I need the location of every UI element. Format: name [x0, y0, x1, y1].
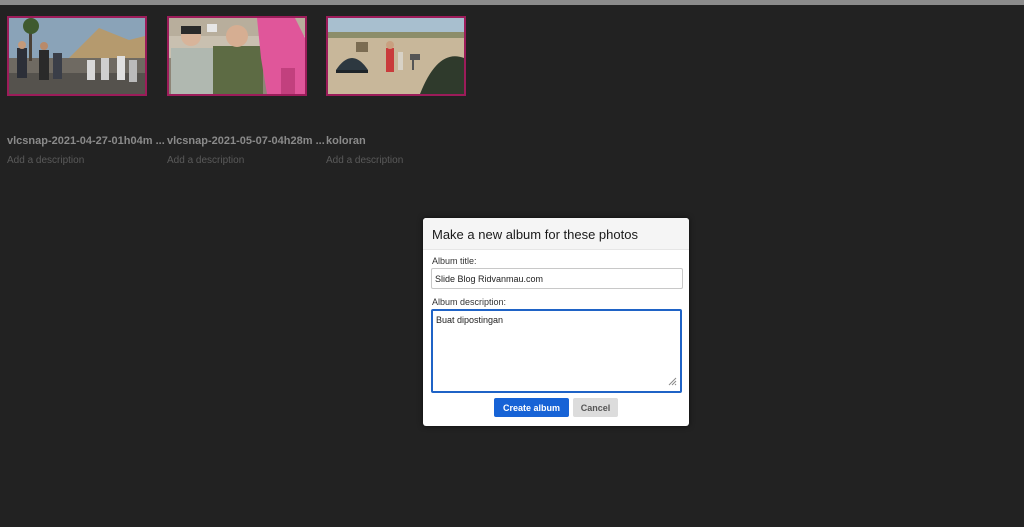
photo-filename: vlcsnap-2021-04-27-01h04m ... [7, 135, 165, 147]
photo-card: koloran Add a description [326, 16, 466, 166]
photo-thumbnail-image [9, 18, 145, 94]
resize-grip-icon[interactable] [667, 376, 677, 386]
photo-thumbnail[interactable] [7, 16, 147, 96]
photo-filename: koloran [326, 135, 366, 147]
cancel-button[interactable]: Cancel [573, 398, 618, 417]
add-description-link[interactable]: Add a description [7, 155, 84, 166]
dialog-title: Make a new album for these photos [432, 227, 638, 242]
album-title-input[interactable] [431, 268, 683, 289]
create-album-button[interactable]: Create album [494, 398, 569, 417]
photo-thumbnail-image [328, 18, 464, 94]
album-title-label: Album title: [432, 256, 477, 266]
photo-gallery: vlcsnap-2021-04-27-01h04m ... Add a desc… [0, 5, 1024, 205]
photo-thumbnail[interactable] [326, 16, 466, 96]
add-description-link[interactable]: Add a description [326, 155, 403, 166]
new-album-dialog: Make a new album for these photos Album … [423, 218, 689, 426]
add-description-link[interactable]: Add a description [167, 155, 244, 166]
photo-card: vlcsnap-2021-04-27-01h04m ... Add a desc… [7, 16, 165, 166]
album-description-textarea[interactable]: Buat dipostingan [431, 309, 682, 393]
photo-thumbnail[interactable] [167, 16, 307, 96]
photo-card: vlcsnap-2021-05-07-04h28m ... Add a desc… [167, 16, 325, 166]
photo-filename: vlcsnap-2021-05-07-04h28m ... [167, 135, 325, 147]
photo-thumbnail-image [169, 18, 305, 94]
album-description-label: Album description: [432, 297, 507, 307]
